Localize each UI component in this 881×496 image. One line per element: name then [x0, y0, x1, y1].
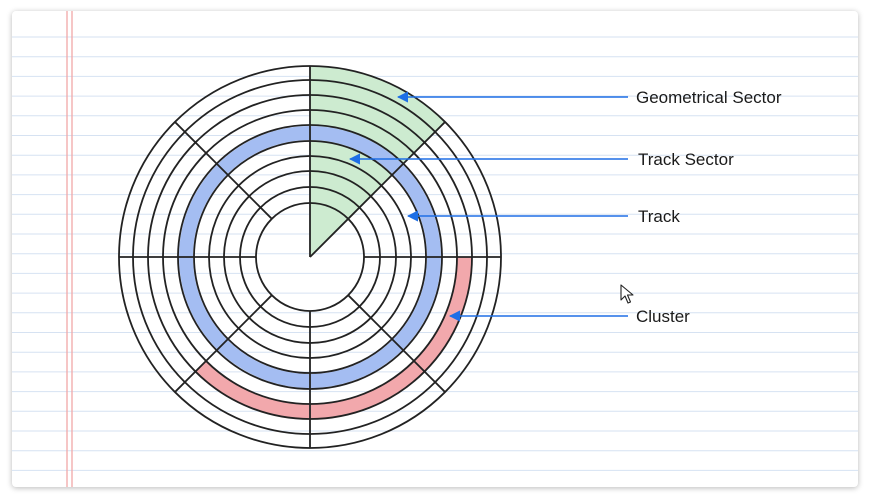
track-sector-label: Track Sector — [638, 150, 734, 169]
track-label: Track — [638, 207, 680, 226]
geometrical-sector-label: Geometrical Sector — [636, 88, 782, 107]
notebook-page: Geometrical Sector Track Sector Track Cl… — [12, 11, 858, 487]
sector-dividers — [119, 66, 501, 448]
cluster-label: Cluster — [636, 307, 690, 326]
mouse-pointer-icon — [620, 284, 634, 304]
disk-diagram: Geometrical Sector Track Sector Track Cl… — [12, 11, 858, 487]
